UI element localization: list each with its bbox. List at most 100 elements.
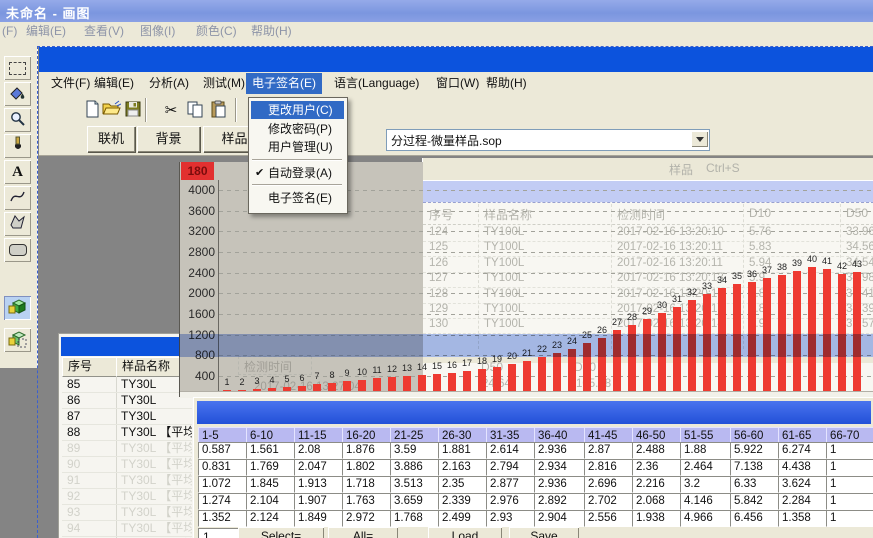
- paint-menu-item-5[interactable]: 帮助(H): [251, 23, 292, 40]
- select-tool[interactable]: [4, 56, 31, 80]
- paint-menu-item-3[interactable]: 图像(I): [140, 23, 175, 40]
- new-file-button[interactable]: [82, 99, 102, 121]
- curve-tool[interactable]: [4, 186, 31, 210]
- app-menu-7[interactable]: 帮助(H): [480, 73, 533, 94]
- grid-button-All[interactable]: All=: [328, 527, 398, 538]
- polygon-tool[interactable]: [4, 212, 31, 236]
- app-menu-2[interactable]: 分析(A): [143, 73, 195, 94]
- copy-button[interactable]: [185, 99, 205, 121]
- grid-cell[interactable]: 1: [826, 510, 873, 527]
- grid-cell[interactable]: 1.769: [246, 459, 297, 476]
- cube-outline-tool[interactable]: [4, 328, 31, 352]
- grid-cell[interactable]: 1.876: [342, 442, 393, 459]
- grid-cell[interactable]: 2.36: [632, 459, 683, 476]
- grid-cell[interactable]: 2.104: [246, 493, 297, 510]
- grid-cell[interactable]: 1.881: [438, 442, 489, 459]
- grid-cell[interactable]: 2.08: [294, 442, 345, 459]
- grid-cell[interactable]: 3.59: [390, 442, 441, 459]
- grid-cell[interactable]: 1.845: [246, 476, 297, 493]
- sop-file-combo[interactable]: 分过程-微量样品.sop: [386, 129, 710, 151]
- grid-cell[interactable]: 1.849: [294, 510, 345, 527]
- grid-cell[interactable]: 2.284: [778, 493, 829, 510]
- menu-item-4[interactable]: ✔自动登录(A): [251, 164, 344, 182]
- command-button-联机[interactable]: 联机: [87, 126, 135, 152]
- grid-cell[interactable]: 1.88: [680, 442, 731, 459]
- grid-cell[interactable]: 1.913: [294, 476, 345, 493]
- grid-cell[interactable]: 6.456: [730, 510, 781, 527]
- grid-cell[interactable]: 2.936: [534, 476, 585, 493]
- grid-cell[interactable]: 1.938: [632, 510, 683, 527]
- grid-cell[interactable]: 2.892: [534, 493, 585, 510]
- grid-cell[interactable]: 1.763: [342, 493, 393, 510]
- cut-button[interactable]: ✂: [161, 99, 181, 121]
- app-menu-5[interactable]: 语言(Language): [328, 73, 425, 94]
- grid-cell[interactable]: 1.352: [198, 510, 249, 527]
- paint-menu-item-1[interactable]: 编辑(E): [26, 23, 66, 40]
- grid-cell[interactable]: 7.138: [730, 459, 781, 476]
- grid-cell[interactable]: 1.802: [342, 459, 393, 476]
- grid-cell[interactable]: 3.2: [680, 476, 731, 493]
- results-row[interactable]: 85TY30L: [62, 376, 192, 393]
- grid-cell[interactable]: 4.438: [778, 459, 829, 476]
- grid-cell[interactable]: 2.696: [584, 476, 635, 493]
- grid-cell[interactable]: 1: [826, 476, 873, 493]
- grid-cell[interactable]: 0.587: [198, 442, 249, 459]
- grid-cell[interactable]: 2.972: [342, 510, 393, 527]
- grid-cell[interactable]: 1.274: [198, 493, 249, 510]
- grid-cell[interactable]: 3.659: [390, 493, 441, 510]
- grid-cell[interactable]: 2.93: [486, 510, 537, 527]
- menu-item-0[interactable]: 更改用户(C): [251, 101, 344, 119]
- grid-cell[interactable]: 2.499: [438, 510, 489, 527]
- grid-cell[interactable]: 3.624: [778, 476, 829, 493]
- grid-cell[interactable]: 1.561: [246, 442, 297, 459]
- grid-cell[interactable]: 6.33: [730, 476, 781, 493]
- app-menu-6[interactable]: 窗口(W): [430, 73, 485, 94]
- grid-cell[interactable]: 4.966: [680, 510, 731, 527]
- menu-item-2[interactable]: 用户管理(U): [251, 138, 344, 156]
- grid-cell[interactable]: 5.922: [730, 442, 781, 459]
- grid-button-Load[interactable]: Load: [428, 527, 502, 538]
- results-row[interactable]: 88TY30L 【平均】: [62, 424, 192, 441]
- grid-cell[interactable]: 0.831: [198, 459, 249, 476]
- fill-tool[interactable]: [4, 82, 31, 106]
- results-row[interactable]: 86TY30L: [62, 392, 192, 409]
- grid-cell[interactable]: 2.464: [680, 459, 731, 476]
- open-folder-button[interactable]: [101, 99, 121, 121]
- grid-cell[interactable]: 2.35: [438, 476, 489, 493]
- results-titlebar[interactable]: [61, 337, 192, 356]
- grid-cell[interactable]: 2.816: [584, 459, 635, 476]
- grid-cell[interactable]: 2.936: [534, 442, 585, 459]
- menu-item-6[interactable]: 电子签名(E): [251, 189, 344, 207]
- combo-dropdown-button[interactable]: [691, 131, 708, 147]
- grid-cell[interactable]: 6.274: [778, 442, 829, 459]
- grid-cell[interactable]: 4.146: [680, 493, 731, 510]
- grid-cell[interactable]: 2.488: [632, 442, 683, 459]
- grid-titlebar[interactable]: [197, 401, 871, 424]
- grid-cell[interactable]: 2.904: [534, 510, 585, 527]
- grid-cell[interactable]: 2.702: [584, 493, 635, 510]
- results-row[interactable]: 87TY30L: [62, 408, 192, 425]
- paste-button[interactable]: [209, 99, 229, 121]
- grid-cell[interactable]: 2.163: [438, 459, 489, 476]
- grid-cell[interactable]: 2.047: [294, 459, 345, 476]
- command-button-背景[interactable]: 背景: [137, 126, 200, 152]
- text-tool[interactable]: A: [4, 160, 31, 184]
- grid-cell[interactable]: 2.124: [246, 510, 297, 527]
- grid-cell[interactable]: 3.513: [390, 476, 441, 493]
- brush-tool[interactable]: [4, 134, 31, 158]
- cube-tool[interactable]: [4, 296, 31, 320]
- grid-cell[interactable]: 3.886: [390, 459, 441, 476]
- app-menu-1[interactable]: 编辑(E): [88, 73, 140, 94]
- grid-cell[interactable]: 2.556: [584, 510, 635, 527]
- grid-cell[interactable]: 1.072: [198, 476, 249, 493]
- grid-cell[interactable]: 1.358: [778, 510, 829, 527]
- grid-cell[interactable]: 2.877: [486, 476, 537, 493]
- grid-cell[interactable]: 2.216: [632, 476, 683, 493]
- grid-cell[interactable]: 1.718: [342, 476, 393, 493]
- menu-item-1[interactable]: 修改密码(P): [251, 120, 344, 138]
- save-button[interactable]: [123, 99, 143, 121]
- grid-button-Select[interactable]: Select=: [238, 527, 324, 538]
- grid-cell[interactable]: 2.976: [486, 493, 537, 510]
- magnifier-tool[interactable]: [4, 108, 31, 132]
- grid-cell[interactable]: 2.87: [584, 442, 635, 459]
